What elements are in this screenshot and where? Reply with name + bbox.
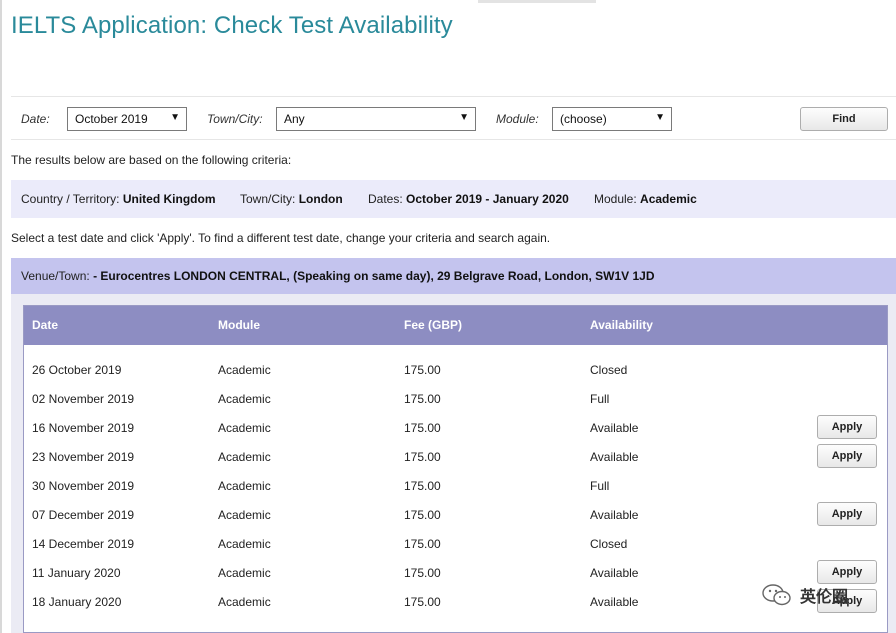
town-criterion: Town/City: London	[240, 192, 343, 206]
town-label: Town/City:	[207, 112, 263, 126]
country-value: United Kingdom	[122, 192, 216, 206]
chevron-down-icon: ▼	[170, 112, 180, 123]
page-title: IELTS Application: Check Test Availabili…	[11, 12, 453, 39]
cell-availability: Available	[590, 450, 639, 464]
header-fee: Fee (GBP)	[404, 318, 463, 332]
header-module: Module	[218, 318, 260, 332]
cell-module: Academic	[218, 508, 271, 522]
cell-module: Academic	[218, 566, 271, 580]
cell-availability: Available	[590, 508, 639, 522]
cell-module: Academic	[218, 392, 271, 406]
cell-date: 18 January 2020	[32, 595, 122, 609]
table-row: 02 November 2019 Academic 175.00 Full	[24, 385, 887, 414]
apply-button[interactable]: Apply	[817, 502, 877, 526]
table-row: 16 November 2019 Academic 175.00 Available A…	[24, 414, 887, 443]
cell-date: 14 December 2019	[32, 537, 135, 551]
cell-date: 23 November 2019	[32, 450, 135, 464]
cell-date: 02 November 2019	[32, 392, 135, 406]
dates-value: October 2019 - January 2020	[406, 192, 569, 206]
country-label: Country / Territory:	[21, 192, 120, 206]
wechat-icon	[762, 584, 791, 606]
module-criterion-label: Module:	[594, 192, 637, 206]
town-select[interactable]: Any ▼	[276, 107, 476, 131]
criteria-intro-text: The results below are based on the follo…	[11, 153, 292, 167]
cell-fee: 175.00	[404, 421, 441, 435]
module-select-value: (choose)	[560, 112, 607, 126]
date-label: Date:	[21, 112, 50, 126]
cell-date: 26 October 2019	[32, 363, 122, 377]
dates-criterion: Dates: October 2019 - January 2020	[368, 192, 569, 206]
table-row: 07 December 2019 Academic 175.00 Available A…	[24, 501, 887, 530]
cell-fee: 175.00	[404, 595, 441, 609]
cell-availability: Closed	[590, 537, 628, 551]
chevron-down-icon: ▼	[459, 112, 469, 123]
table-row: 11 January 2020 Academic 175.00 Available Ap…	[24, 559, 887, 588]
cell-module: Academic	[218, 421, 271, 435]
cell-availability: Available	[590, 566, 639, 580]
cell-date: 30 November 2019	[32, 479, 135, 493]
cell-module: Academic	[218, 595, 271, 609]
cell-fee: 175.00	[404, 479, 441, 493]
town-select-value: Any	[284, 112, 305, 126]
country-criterion: Country / Territory: United Kingdom	[21, 192, 215, 206]
cell-date: 16 November 2019	[32, 421, 135, 435]
find-button[interactable]: Find	[800, 107, 888, 131]
date-select[interactable]: October 2019 ▼	[67, 107, 187, 131]
cell-fee: 175.00	[404, 392, 441, 406]
cell-availability: Available	[590, 595, 639, 609]
search-form: Date: October 2019 ▼ Town/City: Any ▼ Mo…	[11, 96, 896, 140]
venue-label: Venue/Town:	[21, 269, 90, 283]
instructions-text: Select a test date and click 'Apply'. To…	[11, 231, 551, 245]
dates-label: Dates:	[368, 192, 403, 206]
criteria-summary: Country / Territory: United Kingdom Town…	[11, 180, 896, 218]
town-criterion-value: London	[298, 192, 343, 206]
module-label: Module:	[496, 112, 539, 126]
table-row: 18 January 2020 Academic 175.00 Available Ap…	[24, 588, 887, 617]
venue-line: Venue/Town: - Eurocentres LONDON CENTRAL…	[21, 269, 655, 283]
cell-fee: 175.00	[404, 363, 441, 377]
watermark: 英伦圈	[760, 580, 885, 610]
top-tab-strip	[478, 0, 596, 3]
apply-button[interactable]: Apply	[817, 415, 877, 439]
cell-availability: Closed	[590, 363, 628, 377]
header-date: Date	[32, 318, 59, 332]
watermark-text: 英伦圈	[800, 589, 849, 606]
module-select[interactable]: (choose) ▼	[552, 107, 672, 131]
availability-table: Date Module Fee (GBP) Availability 26 Oc…	[23, 305, 888, 633]
chevron-down-icon: ▼	[655, 112, 665, 123]
table-row: 14 December 2019 Academic 175.00 Closed	[24, 530, 887, 559]
cell-date: 11 January 2020	[32, 566, 121, 580]
cell-module: Academic	[218, 479, 271, 493]
venue-value: - Eurocentres LONDON CENTRAL, (Speaking …	[93, 269, 655, 283]
cell-availability: Available	[590, 421, 639, 435]
page-left-border	[0, 0, 2, 633]
town-criterion-label: Town/City:	[240, 192, 296, 206]
date-select-value: October 2019	[75, 112, 148, 126]
table-row: 23 November 2019 Academic 175.00 Available A…	[24, 443, 887, 472]
cell-availability: Full	[590, 479, 610, 493]
module-criterion: Module: Academic	[594, 192, 697, 206]
cell-module: Academic	[218, 450, 271, 464]
cell-module: Academic	[218, 537, 271, 551]
cell-date: 07 December 2019	[32, 508, 135, 522]
table-row: 26 October 2019 Academic 175.00 Closed	[24, 356, 887, 385]
table-header: Date Module Fee (GBP) Availability	[24, 306, 887, 345]
module-criterion-value: Academic	[640, 192, 697, 206]
cell-fee: 175.00	[404, 450, 441, 464]
cell-fee: 175.00	[404, 566, 441, 580]
apply-button[interactable]: Apply	[817, 444, 877, 468]
header-availability: Availability	[590, 318, 653, 332]
cell-module: Academic	[218, 363, 271, 377]
venue-bar: Venue/Town: - Eurocentres LONDON CENTRAL…	[11, 258, 896, 294]
cell-fee: 175.00	[404, 537, 441, 551]
cell-fee: 175.00	[404, 508, 441, 522]
table-row: 30 November 2019 Academic 175.00 Full	[24, 472, 887, 501]
cell-availability: Full	[590, 392, 610, 406]
